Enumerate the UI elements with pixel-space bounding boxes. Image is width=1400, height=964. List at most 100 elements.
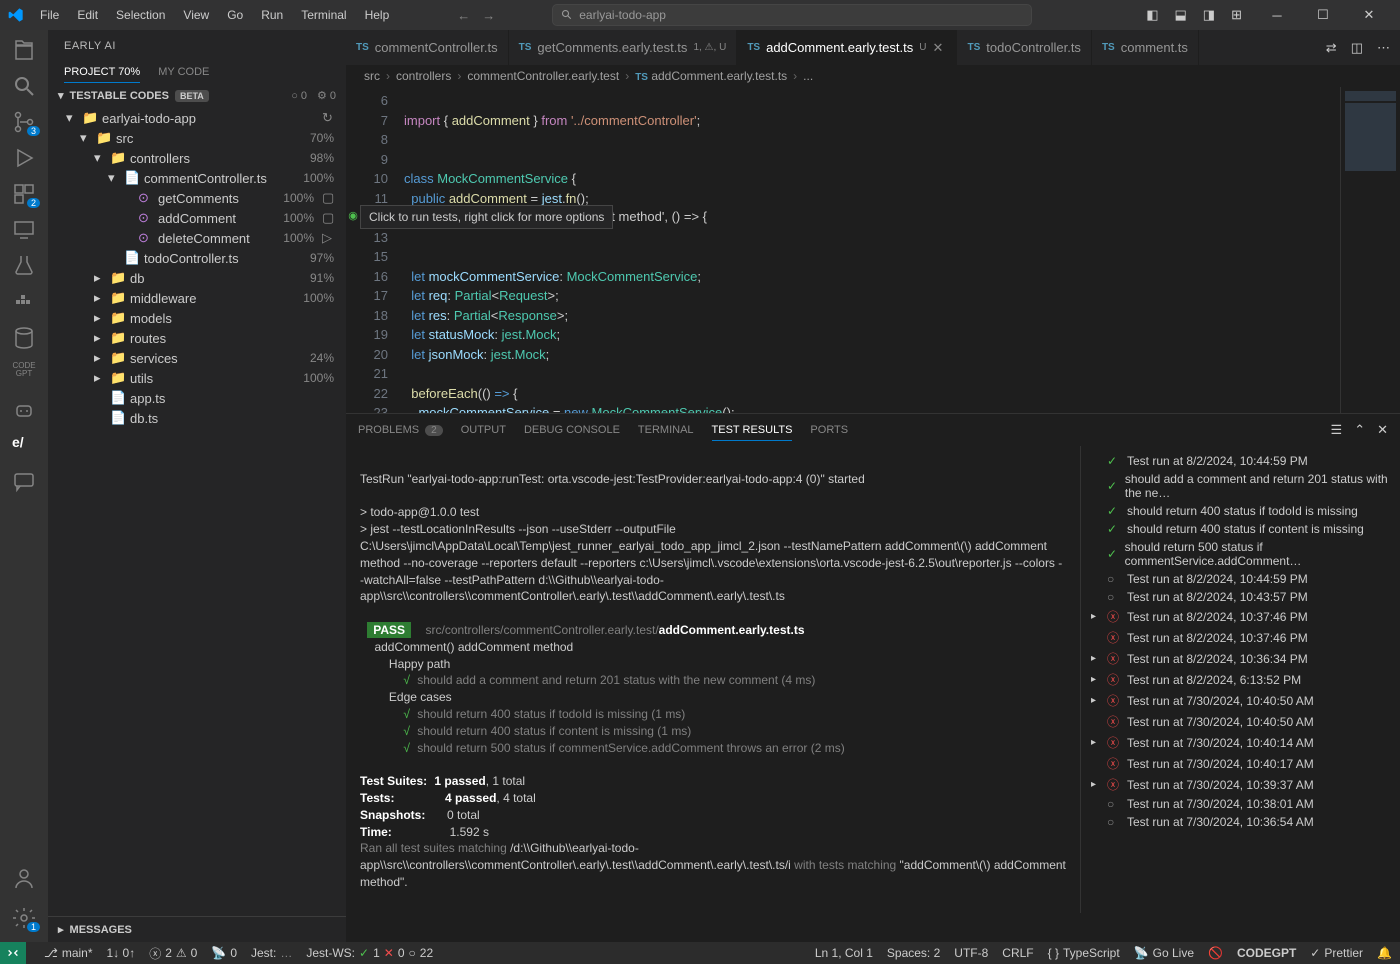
jest-indicator[interactable]: Jest: … [251, 946, 292, 960]
maximize-panel-icon[interactable]: ⌃ [1354, 422, 1365, 438]
codegpt-indicator[interactable]: CODEGPT [1237, 946, 1296, 960]
settings-icon[interactable]: 1 [12, 906, 36, 930]
test-run-item[interactable]: ⓧTest run at 8/2/2024, 10:37:46 PM [1085, 627, 1396, 648]
toggle-panel-left-icon[interactable]: ◧ [1146, 7, 1158, 23]
tree-item[interactable]: ▸📁middleware100% [58, 288, 346, 308]
maximize-button[interactable]: ☐ [1300, 0, 1346, 30]
editor-tab[interactable]: TScomment.ts [1092, 30, 1199, 65]
editor-tab[interactable]: TSgetComments.early.test.ts1, ⚠, U [509, 30, 738, 65]
layout-grid-icon[interactable]: ⊞ [1231, 7, 1242, 23]
branch-indicator[interactable]: ⎇main* [44, 946, 93, 960]
panel-tab-debug-console[interactable]: DEBUG CONSOLE [524, 420, 620, 440]
language-indicator[interactable]: { } TypeScript [1048, 946, 1120, 960]
split-icon[interactable]: ◫ [1351, 40, 1363, 56]
test-run-item[interactable]: ▸ⓧTest run at 8/2/2024, 10:36:34 PM [1085, 648, 1396, 669]
close-panel-icon[interactable]: ✕ [1377, 422, 1388, 438]
messages-section[interactable]: ▸ MESSAGES [48, 916, 346, 942]
breadcrumb-segment[interactable]: ... [803, 69, 813, 83]
more-icon[interactable]: ⋯ [1377, 40, 1390, 56]
test-run-item[interactable]: ▸ⓧTest run at 7/30/2024, 10:40:50 AM [1085, 690, 1396, 711]
compare-icon[interactable]: ⇄ [1326, 40, 1337, 56]
extensions-icon[interactable]: 2 [12, 182, 36, 206]
nav-forward-icon[interactable]: → [482, 8, 495, 23]
port-indicator[interactable]: 📡0 [211, 946, 237, 960]
test-run-item[interactable]: ▸ⓧTest run at 7/30/2024, 10:40:14 AM [1085, 732, 1396, 753]
editor-tab[interactable]: TSaddComment.early.test.tsU✕ [737, 30, 957, 65]
tree-item[interactable]: ▸📁services24% [58, 348, 346, 368]
box-icon[interactable]: ▢ [322, 210, 338, 226]
indent-indicator[interactable]: Spaces: 2 [887, 946, 940, 960]
docker-icon[interactable] [12, 290, 36, 314]
search-icon[interactable] [12, 74, 36, 98]
refresh-icon[interactable]: ↻ [322, 110, 338, 126]
test-run-item[interactable]: ○Test run at 8/2/2024, 10:44:59 PM [1085, 570, 1396, 588]
chat-icon[interactable] [12, 470, 36, 494]
code-content[interactable]: import { addComment } from '../commentCo… [404, 87, 1340, 413]
tree-item[interactable]: 📄todoController.ts97% [58, 248, 346, 268]
tree-item[interactable]: ▸📁db91% [58, 268, 346, 288]
breadcrumb[interactable]: src›controllers›commentController.early.… [346, 65, 1400, 87]
remote-indicator[interactable] [0, 942, 26, 964]
filter-icon[interactable]: ☰ [1331, 422, 1343, 438]
test-case-item[interactable]: ✓should return 400 status if content is … [1085, 520, 1396, 538]
menu-selection[interactable]: Selection [108, 4, 173, 26]
tree-item[interactable]: 📄app.ts [58, 388, 346, 408]
notifications-icon[interactable]: 🚫 [1208, 946, 1223, 960]
tree-item[interactable]: ▾📁controllers98% [58, 148, 346, 168]
close-button[interactable]: ✕ [1346, 0, 1392, 30]
test-case-item[interactable]: ✓should add a comment and return 201 sta… [1085, 470, 1396, 502]
panel-tab-output[interactable]: OUTPUT [461, 420, 506, 440]
minimap[interactable] [1340, 87, 1400, 413]
menu-help[interactable]: Help [357, 4, 398, 26]
explorer-icon[interactable] [12, 38, 36, 62]
panel-tab-terminal[interactable]: TERMINAL [638, 420, 694, 440]
panel-tab-test-results[interactable]: TEST RESULTS [712, 420, 793, 441]
breadcrumb-segment[interactable]: TS addComment.early.test.ts [635, 69, 787, 83]
prettier-indicator[interactable]: ✓Prettier [1310, 946, 1363, 960]
menu-edit[interactable]: Edit [69, 4, 106, 26]
testing-icon[interactable] [12, 254, 36, 278]
tree-item[interactable]: 📄db.ts [58, 408, 346, 428]
test-run-item[interactable]: ○Test run at 7/30/2024, 10:38:01 AM [1085, 795, 1396, 813]
tree-item[interactable]: ▾📁earlyai-todo-app↻ [58, 108, 346, 128]
tree-item[interactable]: ⊙addComment100%▢ [58, 208, 346, 228]
breadcrumb-segment[interactable]: controllers [396, 69, 451, 83]
golive-indicator[interactable]: 📡Go Live [1134, 946, 1194, 960]
tree-item[interactable]: ▸📁routes [58, 328, 346, 348]
test-case-item[interactable]: ✓should return 400 status if todoId is m… [1085, 502, 1396, 520]
encoding-indicator[interactable]: UTF-8 [954, 946, 988, 960]
cursor-position[interactable]: Ln 1, Col 1 [815, 946, 873, 960]
test-run-item[interactable]: ✓Test run at 8/2/2024, 10:44:59 PM [1085, 452, 1396, 470]
toggle-panel-right-icon[interactable]: ◨ [1203, 7, 1215, 23]
tree-item[interactable]: ⊙getComments100%▢ [58, 188, 346, 208]
play-icon[interactable]: ▷ [322, 230, 338, 246]
codegpt-icon[interactable]: CODEGPT [12, 362, 36, 386]
source-control-icon[interactable]: 3 [12, 110, 36, 134]
tree-item[interactable]: ▾📁src70% [58, 128, 346, 148]
tab-close-icon[interactable]: ✕ [932, 40, 946, 56]
breadcrumb-segment[interactable]: src [364, 69, 380, 83]
test-run-item[interactable]: ▸ⓧTest run at 8/2/2024, 10:37:46 PM [1085, 606, 1396, 627]
box-icon[interactable]: ▢ [322, 190, 338, 206]
run-debug-icon[interactable] [12, 146, 36, 170]
tree-item[interactable]: ▸📁models [58, 308, 346, 328]
command-center[interactable]: earlyai-todo-app [552, 4, 1032, 26]
editor[interactable]: Click to run tests, right click for more… [346, 87, 1400, 413]
editor-tab[interactable]: TStodoController.ts [957, 30, 1091, 65]
panel-tab-ports[interactable]: PORTS [810, 420, 848, 440]
tree-item[interactable]: ▸📁utils100% [58, 368, 346, 388]
toggle-panel-bottom-icon[interactable]: ⬓ [1174, 7, 1186, 23]
panel-tab-problems[interactable]: PROBLEMS 2 [358, 420, 443, 440]
earlyai-icon[interactable]: e/ [12, 434, 36, 458]
nav-back-icon[interactable]: ← [457, 8, 470, 23]
test-case-item[interactable]: ✓should return 500 status if commentServ… [1085, 538, 1396, 570]
editor-tab[interactable]: TScommentController.ts [346, 30, 509, 65]
menu-run[interactable]: Run [253, 4, 291, 26]
eol-indicator[interactable]: CRLF [1002, 946, 1033, 960]
bot-icon[interactable] [12, 398, 36, 422]
test-run-item[interactable]: ⓧTest run at 7/30/2024, 10:40:17 AM [1085, 753, 1396, 774]
test-output[interactable]: TestRun "earlyai-todo-app:runTest: orta.… [346, 446, 1080, 913]
section-testable[interactable]: ▾ TESTABLE CODES BETA ○0 ⚙0 [48, 83, 346, 108]
test-run-item[interactable]: ▸ⓧTest run at 7/30/2024, 10:39:37 AM [1085, 774, 1396, 795]
menu-file[interactable]: File [32, 4, 67, 26]
